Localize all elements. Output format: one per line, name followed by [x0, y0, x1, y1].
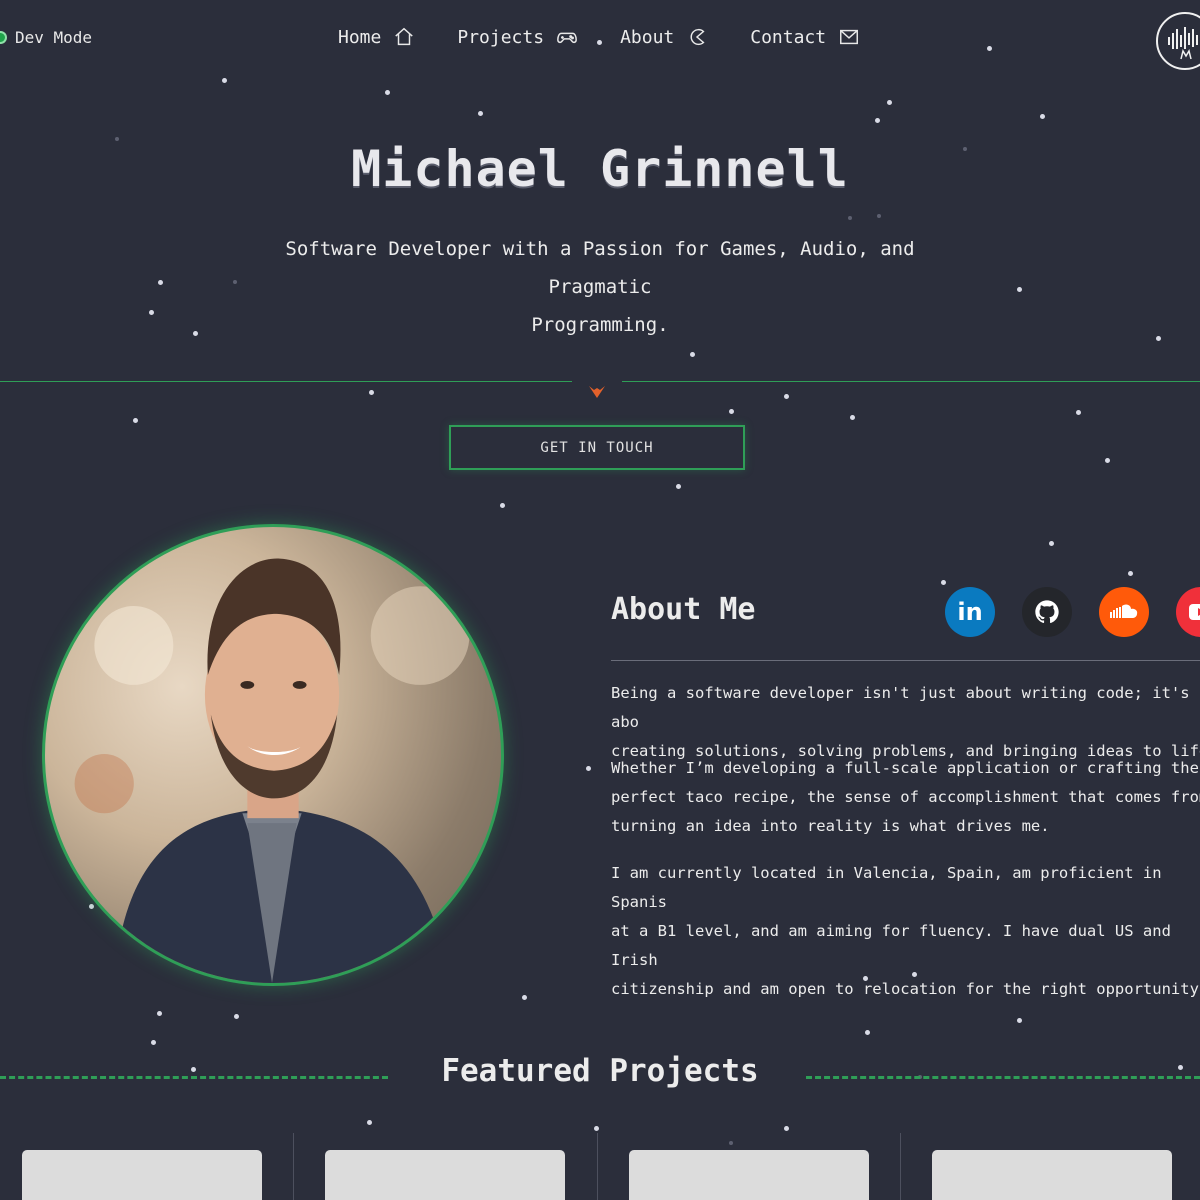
project-card[interactable]: [22, 1150, 262, 1200]
nav-projects-label: Projects: [457, 26, 545, 48]
main-nav: Home Projects About Contact: [338, 26, 902, 48]
about-divider: [611, 660, 1200, 661]
nav-about[interactable]: About: [620, 26, 708, 48]
nav-contact[interactable]: Contact: [750, 26, 860, 48]
hero-subtitle: Software Developer with a Passion for Ga…: [240, 230, 960, 344]
about-title: About Me: [611, 592, 756, 627]
card-separator: [900, 1133, 901, 1200]
soundcloud-link[interactable]: [1099, 587, 1149, 637]
site-logo[interactable]: [1156, 12, 1200, 70]
github-link[interactable]: [1022, 587, 1072, 637]
mail-icon: [840, 29, 859, 45]
dev-mode-label: Dev Mode: [15, 28, 93, 47]
hero-name: Michael Grinnell: [351, 140, 849, 198]
nav-projects[interactable]: Projects: [457, 26, 578, 48]
featured-title: Featured Projects: [441, 1053, 759, 1089]
dev-mode-toggle[interactable]: Dev Mode: [0, 28, 92, 47]
pacman-icon: [690, 28, 705, 46]
project-card[interactable]: [629, 1150, 869, 1200]
card-separator: [293, 1133, 294, 1200]
toggle-indicator-icon: [0, 31, 7, 44]
hero-divider-left: [0, 381, 572, 382]
page: Dev Mode Home Projects About Contact Mic…: [0, 0, 1200, 1200]
hero-subtitle-line-2: Programming.: [531, 314, 669, 336]
nav-contact-label: Contact: [750, 26, 827, 48]
linkedin-link[interactable]: in: [945, 587, 995, 637]
nav-home-label: Home: [338, 26, 382, 48]
about-paragraph-3: I am currently located in Valencia, Spai…: [611, 864, 1200, 998]
profile-photo-illustration: [74, 558, 470, 983]
soundcloud-icon: [1110, 604, 1138, 618]
home-icon: [395, 27, 414, 46]
card-separator: [597, 1133, 598, 1200]
featured-divider-right: [806, 1076, 1200, 1079]
project-card[interactable]: [932, 1150, 1172, 1200]
hero-subtitle-line-1: Software Developer with a Passion for Ga…: [285, 238, 915, 298]
get-in-touch-button[interactable]: GET IN TOUCH: [449, 425, 745, 470]
github-icon: [1035, 600, 1059, 623]
hero-divider-right: [622, 381, 1200, 382]
youtube-link[interactable]: [1176, 587, 1200, 637]
linkedin-icon: in: [957, 598, 983, 626]
about-paragraph-2: Whether I’m developing a full-scale appl…: [611, 759, 1200, 835]
about-paragraph-1: Being a software developer isn't just ab…: [611, 684, 1200, 760]
youtube-icon: [1189, 604, 1200, 620]
project-card[interactable]: [325, 1150, 565, 1200]
gamepad-icon: [557, 32, 577, 44]
profile-photo: [42, 524, 504, 986]
nav-home[interactable]: Home: [338, 26, 415, 48]
fox-icon: [589, 386, 605, 398]
soundwave-logo-icon: [1168, 27, 1198, 60]
nav-about-label: About: [620, 26, 675, 48]
